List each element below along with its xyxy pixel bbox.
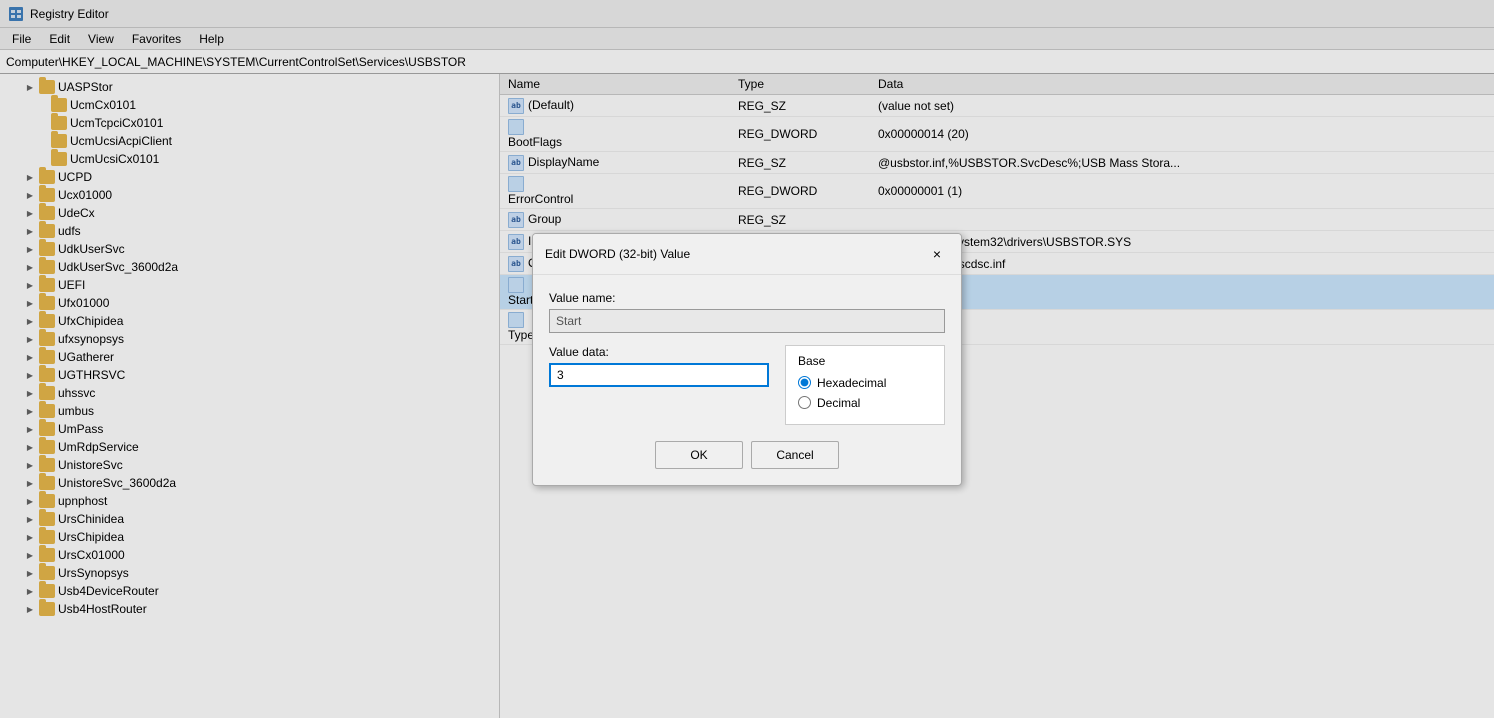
value-data-section: Value data: [549, 345, 769, 425]
base-section: Base Hexadecimal Decimal [785, 345, 945, 425]
hexadecimal-radio-row: Hexadecimal [798, 376, 932, 390]
value-data-label: Value data: [549, 345, 769, 359]
value-data-input[interactable] [549, 363, 769, 387]
hexadecimal-radio[interactable] [798, 376, 811, 389]
dialog-buttons: OK Cancel [549, 441, 945, 469]
decimal-radio[interactable] [798, 396, 811, 409]
dialog-close-button[interactable]: × [925, 242, 949, 266]
dialog-body: Value name: Value data: Base Hexadecimal… [533, 275, 961, 485]
decimal-radio-row: Decimal [798, 396, 932, 410]
value-name-input[interactable] [549, 309, 945, 333]
edit-dword-dialog: Edit DWORD (32-bit) Value × Value name: … [532, 233, 962, 486]
cancel-button[interactable]: Cancel [751, 441, 839, 469]
dialog-title: Edit DWORD (32-bit) Value [545, 247, 690, 261]
dialog-overlay: Edit DWORD (32-bit) Value × Value name: … [0, 0, 1494, 718]
hexadecimal-label: Hexadecimal [817, 376, 886, 390]
ok-button[interactable]: OK [655, 441, 743, 469]
decimal-label: Decimal [817, 396, 860, 410]
base-label: Base [798, 354, 932, 368]
value-name-label: Value name: [549, 291, 945, 305]
dialog-titlebar: Edit DWORD (32-bit) Value × [533, 234, 961, 275]
dialog-row: Value data: Base Hexadecimal Decimal [549, 345, 945, 425]
